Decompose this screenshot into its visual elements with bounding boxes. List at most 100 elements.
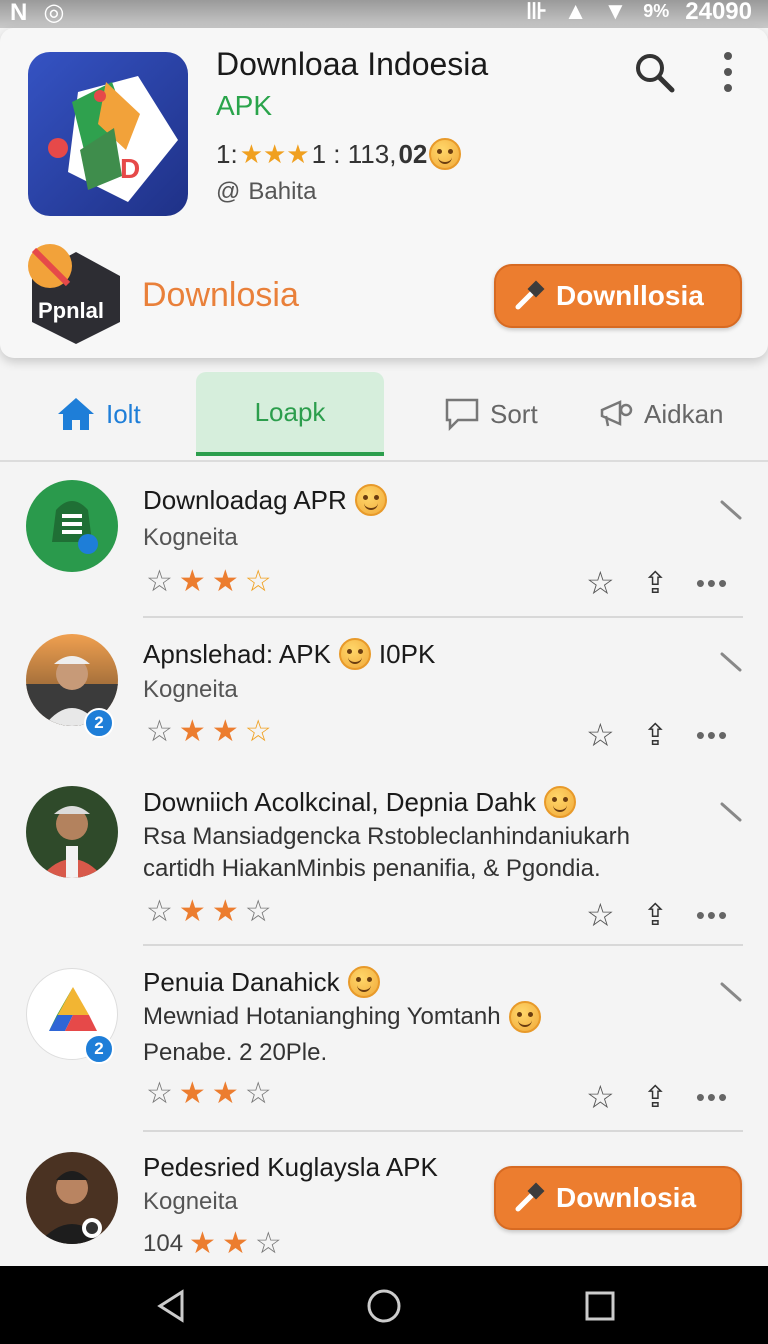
star-icon: ★★★ [239, 138, 310, 169]
smiley-icon [429, 138, 462, 170]
share-icon[interactable]: ⇪ [643, 718, 668, 753]
star-icon: ★ [221, 1227, 249, 1260]
developer[interactable]: @ Bahita [216, 178, 316, 206]
list-item-title-text: Apnslehad: APK [143, 638, 331, 669]
star-outline-icon: ☆ [146, 565, 173, 598]
divider [143, 616, 743, 618]
tab-home[interactable]: Iolt [56, 372, 141, 456]
star-outline-icon[interactable]: ☆ [586, 564, 615, 602]
tab-aidkan-label: Aidkan [644, 398, 724, 429]
list-item-description-text: Mewniad Hotanianghing Yomtanh [143, 1003, 501, 1030]
tab-bar: Iolt Loapk Sort Aidkan [0, 372, 768, 462]
smiley-icon [338, 638, 371, 670]
list-item-subtitle: Kogneita [143, 1188, 238, 1215]
share-icon[interactable]: ⇪ [643, 566, 668, 601]
divider [143, 1130, 743, 1132]
avatar [26, 786, 118, 878]
more-horizontal-icon[interactable]: ••• [696, 900, 729, 931]
list-item-title: Downloadag APR [143, 484, 387, 516]
promo-badge: Ppnlal [24, 242, 128, 346]
edit-icon[interactable] [720, 650, 744, 679]
star-outline-icon: ☆ [146, 715, 173, 748]
download-button[interactable]: Downlosia [494, 1166, 742, 1230]
download-button[interactable]: Downllosia [494, 264, 742, 328]
star-rating: 104 ★ ★ ☆ [143, 1226, 282, 1261]
star-icon: ★ [189, 1227, 216, 1260]
star-icon: ★ [211, 715, 239, 748]
hammer-icon [515, 280, 545, 310]
list-item-description: Penabe. 2 20Ple. [143, 1039, 328, 1066]
list-item-title-suffix: I0PK [378, 638, 436, 669]
star-rating: ☆ ★ ★ ☆ [146, 894, 272, 929]
more-horizontal-icon[interactable]: ••• [696, 568, 729, 599]
verified-badge: 2 [84, 1034, 114, 1064]
star-rating: ☆ ★ ★ ☆ [146, 714, 272, 749]
download-button-label: Downllosia [556, 280, 704, 311]
tab-sort[interactable]: Sort [444, 372, 538, 456]
screen: N ◎ ⊪ ▲ ▼ 9% 24090 D Downloaa Indoesia A… [0, 0, 768, 1344]
tab-aidkan[interactable]: Aidkan [598, 372, 724, 456]
sync-icon: ◎ [43, 0, 65, 26]
promo-badge-label: Ppnlal [38, 298, 104, 323]
star-outline-icon[interactable]: ☆ [586, 1078, 615, 1116]
star-rating: ☆ ★ ★ ☆ [146, 564, 272, 599]
more-horizontal-icon[interactable]: ••• [696, 1082, 729, 1113]
home-icon [58, 398, 94, 430]
megaphone-icon [600, 400, 633, 427]
navigation-bar [0, 1266, 768, 1344]
back-icon[interactable] [152, 1286, 192, 1326]
avatar [26, 480, 118, 572]
more-options-icon[interactable] [716, 50, 740, 94]
star-outline-icon: ☆ [146, 1077, 173, 1110]
list-item-subtitle: Kogneita [143, 676, 238, 703]
list-item-title-text: Downiich Acolkcinal, Depnia Dahk [143, 786, 537, 817]
clock: 24090 [685, 0, 752, 25]
smiley-icon [544, 786, 577, 818]
star-outline-icon: ☆ [244, 1077, 272, 1110]
list-item-actions: ☆ ⇪ ••• [586, 564, 729, 602]
star-outline-icon: ☆ [244, 895, 272, 928]
edit-icon[interactable] [720, 800, 744, 829]
star-rating: ☆ ★ ★ ☆ [146, 1076, 272, 1111]
download-button-label: Downlosia [556, 1182, 697, 1213]
app-subtitle: APK [216, 90, 273, 121]
list-item-description: cartidh HiakanMinbis penanifia, & Pgondi… [143, 855, 601, 882]
app-rating: 1: ★★★ 1 : 113, 02 [216, 138, 462, 170]
edit-icon[interactable] [720, 498, 744, 527]
avatar [26, 1152, 118, 1244]
search-icon[interactable] [632, 50, 676, 94]
star-icon: ★ [178, 1077, 206, 1110]
star-outline-icon: ☆ [244, 565, 272, 598]
svg-text:D: D [120, 153, 140, 184]
star-icon: ★ [211, 895, 239, 928]
home-button-icon[interactable] [364, 1286, 404, 1326]
notification-icon: N [10, 0, 28, 26]
status-bar: N ◎ ⊪ ▲ ▼ 9% 24090 [0, 0, 768, 28]
star-icon: ★ [211, 1077, 239, 1110]
star-outline-icon: ☆ [254, 1227, 282, 1260]
list-item-actions: ☆ ⇪ ••• [586, 1078, 729, 1116]
promo-text: Downlosia [142, 276, 299, 314]
star-outline-icon[interactable]: ☆ [586, 716, 615, 754]
star-icon: ★ [178, 895, 206, 928]
star-outline-icon[interactable]: ☆ [586, 896, 615, 934]
share-icon[interactable]: ⇪ [643, 1080, 668, 1115]
tab-loapk-label: Loapk [254, 396, 326, 427]
more-horizontal-icon[interactable]: ••• [696, 720, 729, 751]
recent-apps-icon[interactable] [580, 1286, 620, 1326]
app-icon: D [28, 52, 188, 216]
list-item-description: Mewniad Hotanianghing Yomtanh [143, 1000, 541, 1033]
list-item-actions: ☆ ⇪ ••• [586, 896, 729, 934]
share-icon[interactable]: ⇪ [643, 898, 668, 933]
tab-loapk[interactable]: Loapk [196, 372, 384, 456]
smiley-icon [354, 484, 387, 516]
edit-icon[interactable] [720, 980, 744, 1009]
list-item-title-text: Downloadag APR [143, 484, 347, 515]
verified-badge: 2 [84, 708, 114, 738]
star-outline-icon: ☆ [146, 895, 173, 928]
star-icon: ★ [211, 565, 239, 598]
message-icon [445, 398, 479, 432]
star-outline-icon: ☆ [244, 715, 272, 748]
list-item-title: Penuia Danahick [143, 966, 380, 998]
list-item-title: Pedesried Kuglaysla APK [143, 1152, 438, 1183]
